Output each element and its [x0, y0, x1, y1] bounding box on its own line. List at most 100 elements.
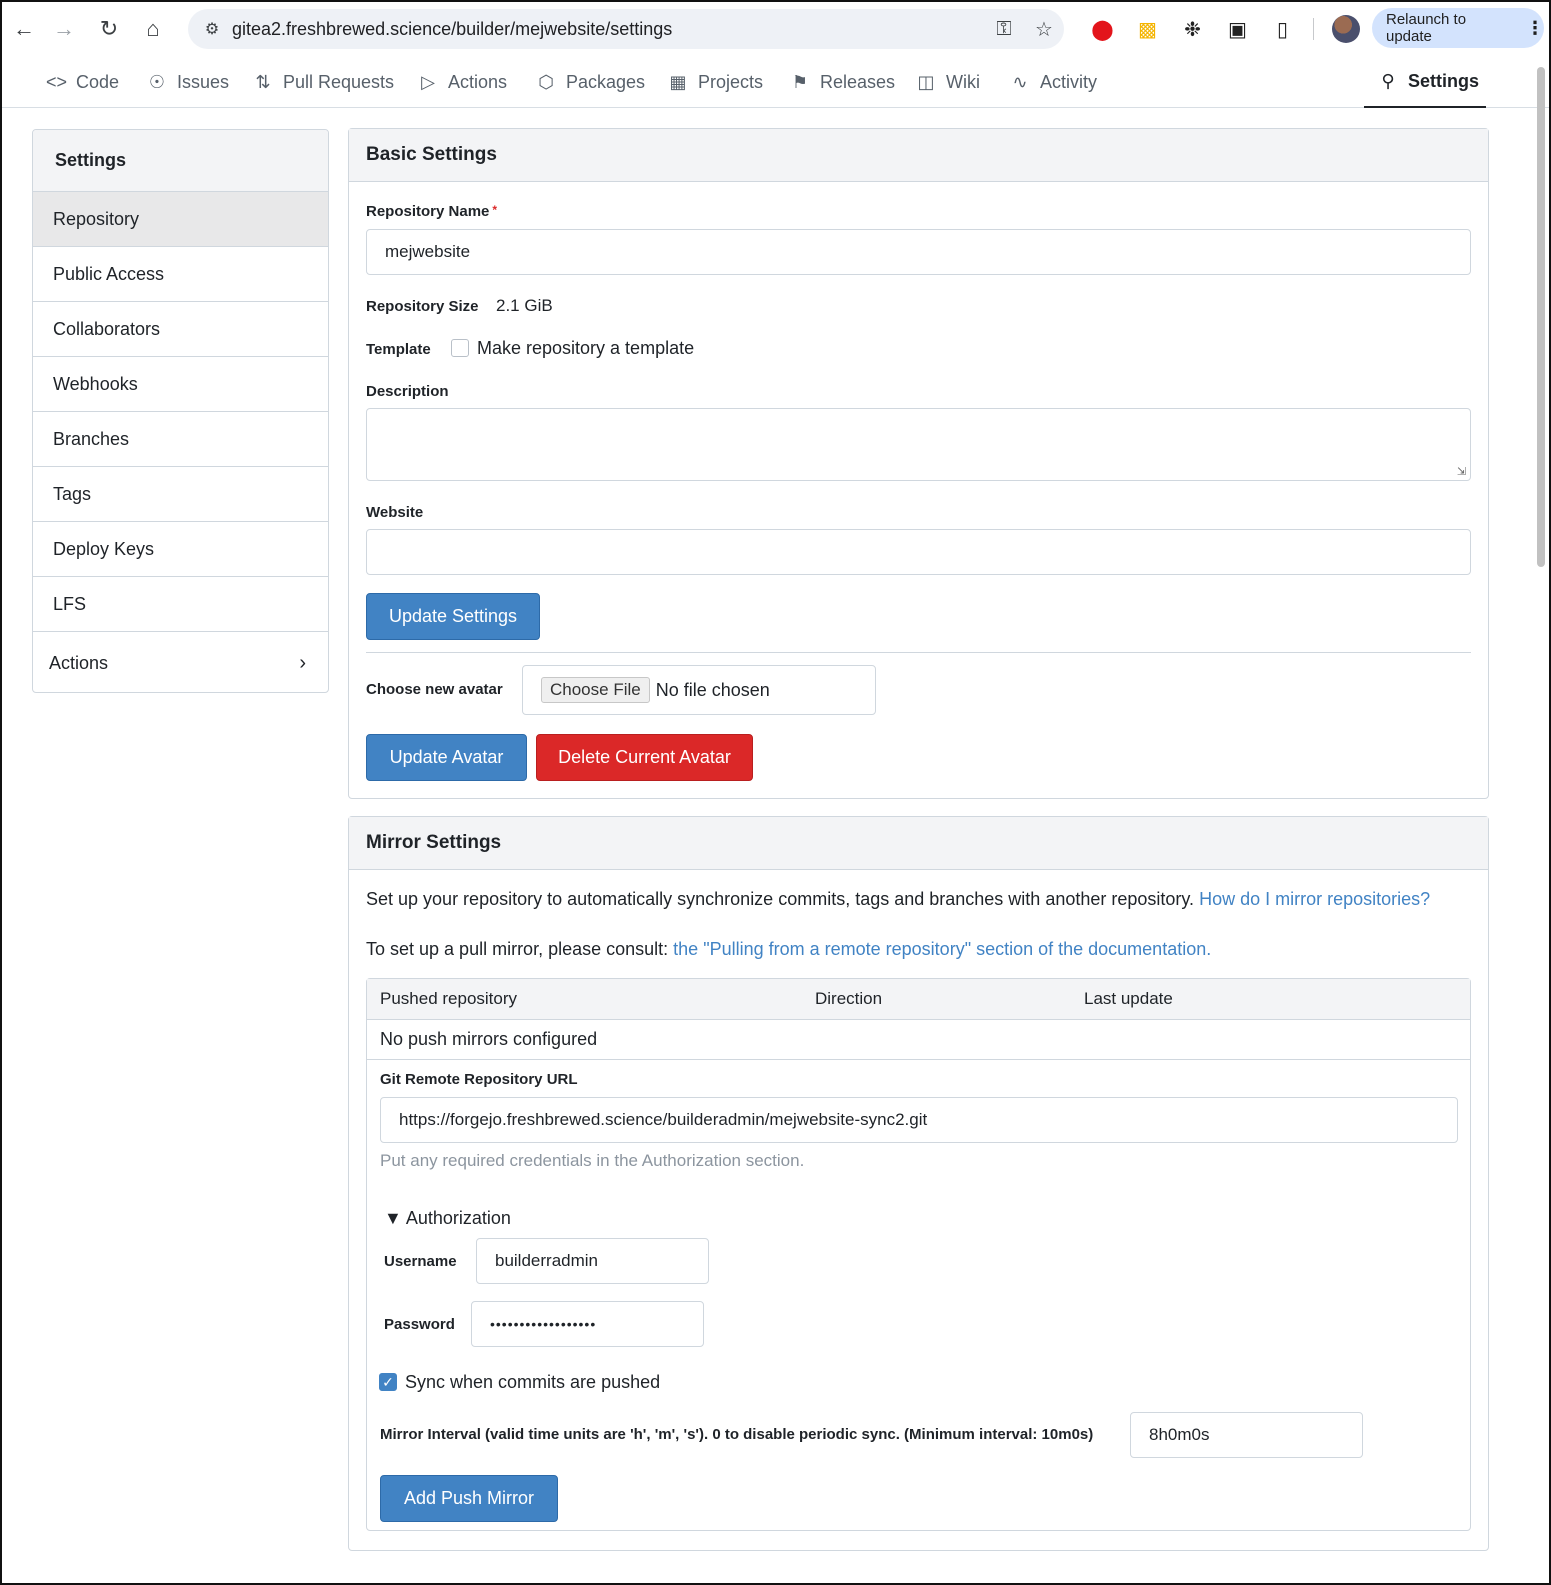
page-scrollbar[interactable]: [1537, 67, 1545, 567]
username-input[interactable]: builderradmin: [476, 1238, 709, 1284]
no-file-text: No file chosen: [655, 679, 770, 700]
home-icon[interactable]: ⌂: [131, 7, 175, 51]
tab-packages[interactable]: ⬡ Packages: [536, 56, 645, 108]
tab-wiki[interactable]: ◫ Wiki: [916, 56, 980, 108]
tab-releases[interactable]: ⚑ Releases: [790, 56, 895, 108]
push-mirror-box: Pushed repository Direction Last update …: [366, 978, 1471, 1531]
template-checkbox[interactable]: [451, 339, 469, 357]
pulse-icon: ∿: [1012, 71, 1028, 92]
key-icon[interactable]: ⚿: [984, 18, 1024, 41]
authorization-toggle[interactable]: ▼ Authorization: [384, 1208, 511, 1229]
empty-mirrors-text: No push mirrors configured: [380, 1029, 598, 1049]
sidebar-item-collaborators[interactable]: Collaborators: [33, 302, 328, 357]
sidebar-item-branches[interactable]: Branches: [33, 412, 328, 467]
sidebar-item-webhooks[interactable]: Webhooks: [33, 357, 328, 412]
chevron-right-icon: ›: [299, 651, 306, 674]
website-input[interactable]: [366, 529, 1471, 575]
color-extension-icon[interactable]: ▩: [1125, 17, 1170, 42]
tab-label: Releases: [820, 71, 896, 92]
tab-issues[interactable]: ☉ Issues: [147, 56, 229, 108]
basic-settings-panel: Basic Settings Repository Name * mejwebsi…: [348, 128, 1489, 799]
settings-sidebar: Settings Repository Public Access Collab…: [32, 129, 329, 693]
tab-label: Code: [76, 71, 120, 92]
reload-icon[interactable]: ↻: [87, 7, 131, 51]
browser-toolbar: ← → ↻ ⌂ ⚙ gitea2.freshbrewed.science/bui…: [2, 2, 1549, 56]
sidebar-item-actions[interactable]: Actions ›: [33, 632, 328, 692]
bookmark-star-icon[interactable]: ☆: [1024, 17, 1064, 42]
section-divider: [366, 652, 1471, 653]
tab-actions[interactable]: ▷ Actions: [418, 56, 507, 108]
required-marker: *: [492, 203, 498, 217]
tab-pull-requests[interactable]: ⇅ Pull Requests: [253, 56, 394, 108]
project-icon: ▦: [669, 71, 687, 92]
gear-extension-icon[interactable]: ❉: [1170, 17, 1215, 42]
sidebar-item-repository[interactable]: Repository: [33, 192, 328, 247]
url-text[interactable]: gitea2.freshbrewed.science/builder/mejwe…: [232, 19, 984, 40]
repo-name-input[interactable]: mejwebsite: [366, 229, 1471, 275]
mirror-help-link[interactable]: How do I mirror repositories?: [1199, 889, 1430, 909]
sidebar-item-public-access[interactable]: Public Access: [33, 247, 328, 302]
sidebar-item-deploy-keys[interactable]: Deploy Keys: [33, 522, 328, 577]
delete-avatar-button[interactable]: Delete Current Avatar: [536, 734, 753, 781]
repo-name-label: Repository Name *: [366, 203, 497, 220]
site-settings-icon[interactable]: ⚙: [192, 19, 232, 39]
tab-label: Issues: [177, 71, 230, 92]
tab-projects[interactable]: ▦ Projects: [668, 56, 763, 108]
password-label: Password: [384, 1316, 455, 1333]
avatar-label: Choose new avatar: [366, 681, 503, 698]
ublock-extension-icon[interactable]: ⬤: [1080, 17, 1125, 42]
avatar-file-input[interactable]: Choose File No file chosen: [522, 665, 876, 715]
tab-label: Activity: [1040, 71, 1098, 92]
update-settings-button[interactable]: Update Settings: [366, 593, 540, 640]
toolbar-separator: [1313, 18, 1314, 40]
forward-icon[interactable]: →: [42, 7, 86, 51]
tab-code[interactable]: <> Code: [46, 56, 119, 108]
play-icon: ▷: [421, 71, 435, 92]
sidebar-item-label: Collaborators: [53, 318, 161, 339]
mirror-settings-panel: Mirror Settings Set up your repository t…: [348, 816, 1489, 1551]
relaunch-button[interactable]: Relaunch to update ⋮: [1372, 8, 1544, 48]
basic-settings-title: Basic Settings: [349, 129, 1488, 182]
resize-handle-icon[interactable]: ⇲: [1457, 465, 1466, 478]
description-label: Description: [366, 383, 449, 400]
sidebar-item-label: Repository: [53, 208, 140, 229]
tab-label: Actions: [448, 71, 508, 92]
mirror-table-header: Pushed repository Direction Last update: [367, 979, 1470, 1020]
tab-activity[interactable]: ∿ Activity: [1010, 56, 1097, 108]
profile-avatar[interactable]: [1332, 15, 1360, 43]
issue-icon: ☉: [148, 71, 166, 92]
remote-url-help: Put any required credentials in the Auth…: [380, 1151, 805, 1170]
address-bar[interactable]: ⚙ gitea2.freshbrewed.science/builder/mej…: [188, 9, 1064, 49]
repo-tabs: <> Code ☉ Issues ⇅ Pull Requests ▷ Actio…: [2, 56, 1549, 108]
code-icon: <>: [46, 71, 68, 92]
tab-label: Projects: [698, 71, 764, 92]
template-checkbox-label[interactable]: Make repository a template: [477, 338, 694, 359]
choose-file-button[interactable]: Choose File: [541, 677, 650, 703]
update-avatar-button[interactable]: Update Avatar: [366, 734, 527, 781]
sync-on-push-checkbox[interactable]: ✓: [379, 1373, 397, 1391]
sidebar-item-label: LFS: [53, 593, 87, 614]
pull-mirror-note: To set up a pull mirror, please consult:…: [366, 939, 1211, 960]
mirror-interval-input[interactable]: 8h0m0s: [1130, 1412, 1363, 1458]
tool-icon: ⚲: [1381, 70, 1395, 91]
password-input[interactable]: ••••••••••••••••••: [471, 1301, 704, 1347]
back-icon[interactable]: ←: [2, 7, 46, 51]
sidebar-item-label: Tags: [53, 483, 92, 504]
browser-menu-icon[interactable]: ⋮: [1526, 18, 1544, 39]
sidebar-item-lfs[interactable]: LFS: [33, 577, 328, 632]
col-pushed-repository: Pushed repository: [380, 989, 518, 1008]
puzzle-extensions-icon[interactable]: ▯: [1260, 17, 1305, 42]
col-last-update: Last update: [1084, 989, 1173, 1008]
pull-mirror-doc-link[interactable]: the "Pulling from a remote repository" s…: [673, 939, 1211, 959]
username-label: Username: [384, 1253, 457, 1270]
mirror-intro-text: Set up your repository to automatically …: [366, 889, 1195, 909]
robot-extension-icon[interactable]: ▣: [1215, 17, 1260, 42]
description-textarea[interactable]: [366, 408, 1471, 481]
sync-on-push-label[interactable]: Sync when commits are pushed: [405, 1372, 660, 1393]
pull-mirror-text: To set up a pull mirror, please consult:: [366, 939, 669, 959]
add-push-mirror-button[interactable]: Add Push Mirror: [380, 1475, 558, 1522]
tab-settings[interactable]: ⚲ Settings: [1364, 56, 1486, 108]
remote-url-input[interactable]: https://forgejo.freshbrewed.science/buil…: [380, 1097, 1458, 1143]
sidebar-item-tags[interactable]: Tags: [33, 467, 328, 522]
sidebar-item-label: Deploy Keys: [53, 538, 155, 559]
